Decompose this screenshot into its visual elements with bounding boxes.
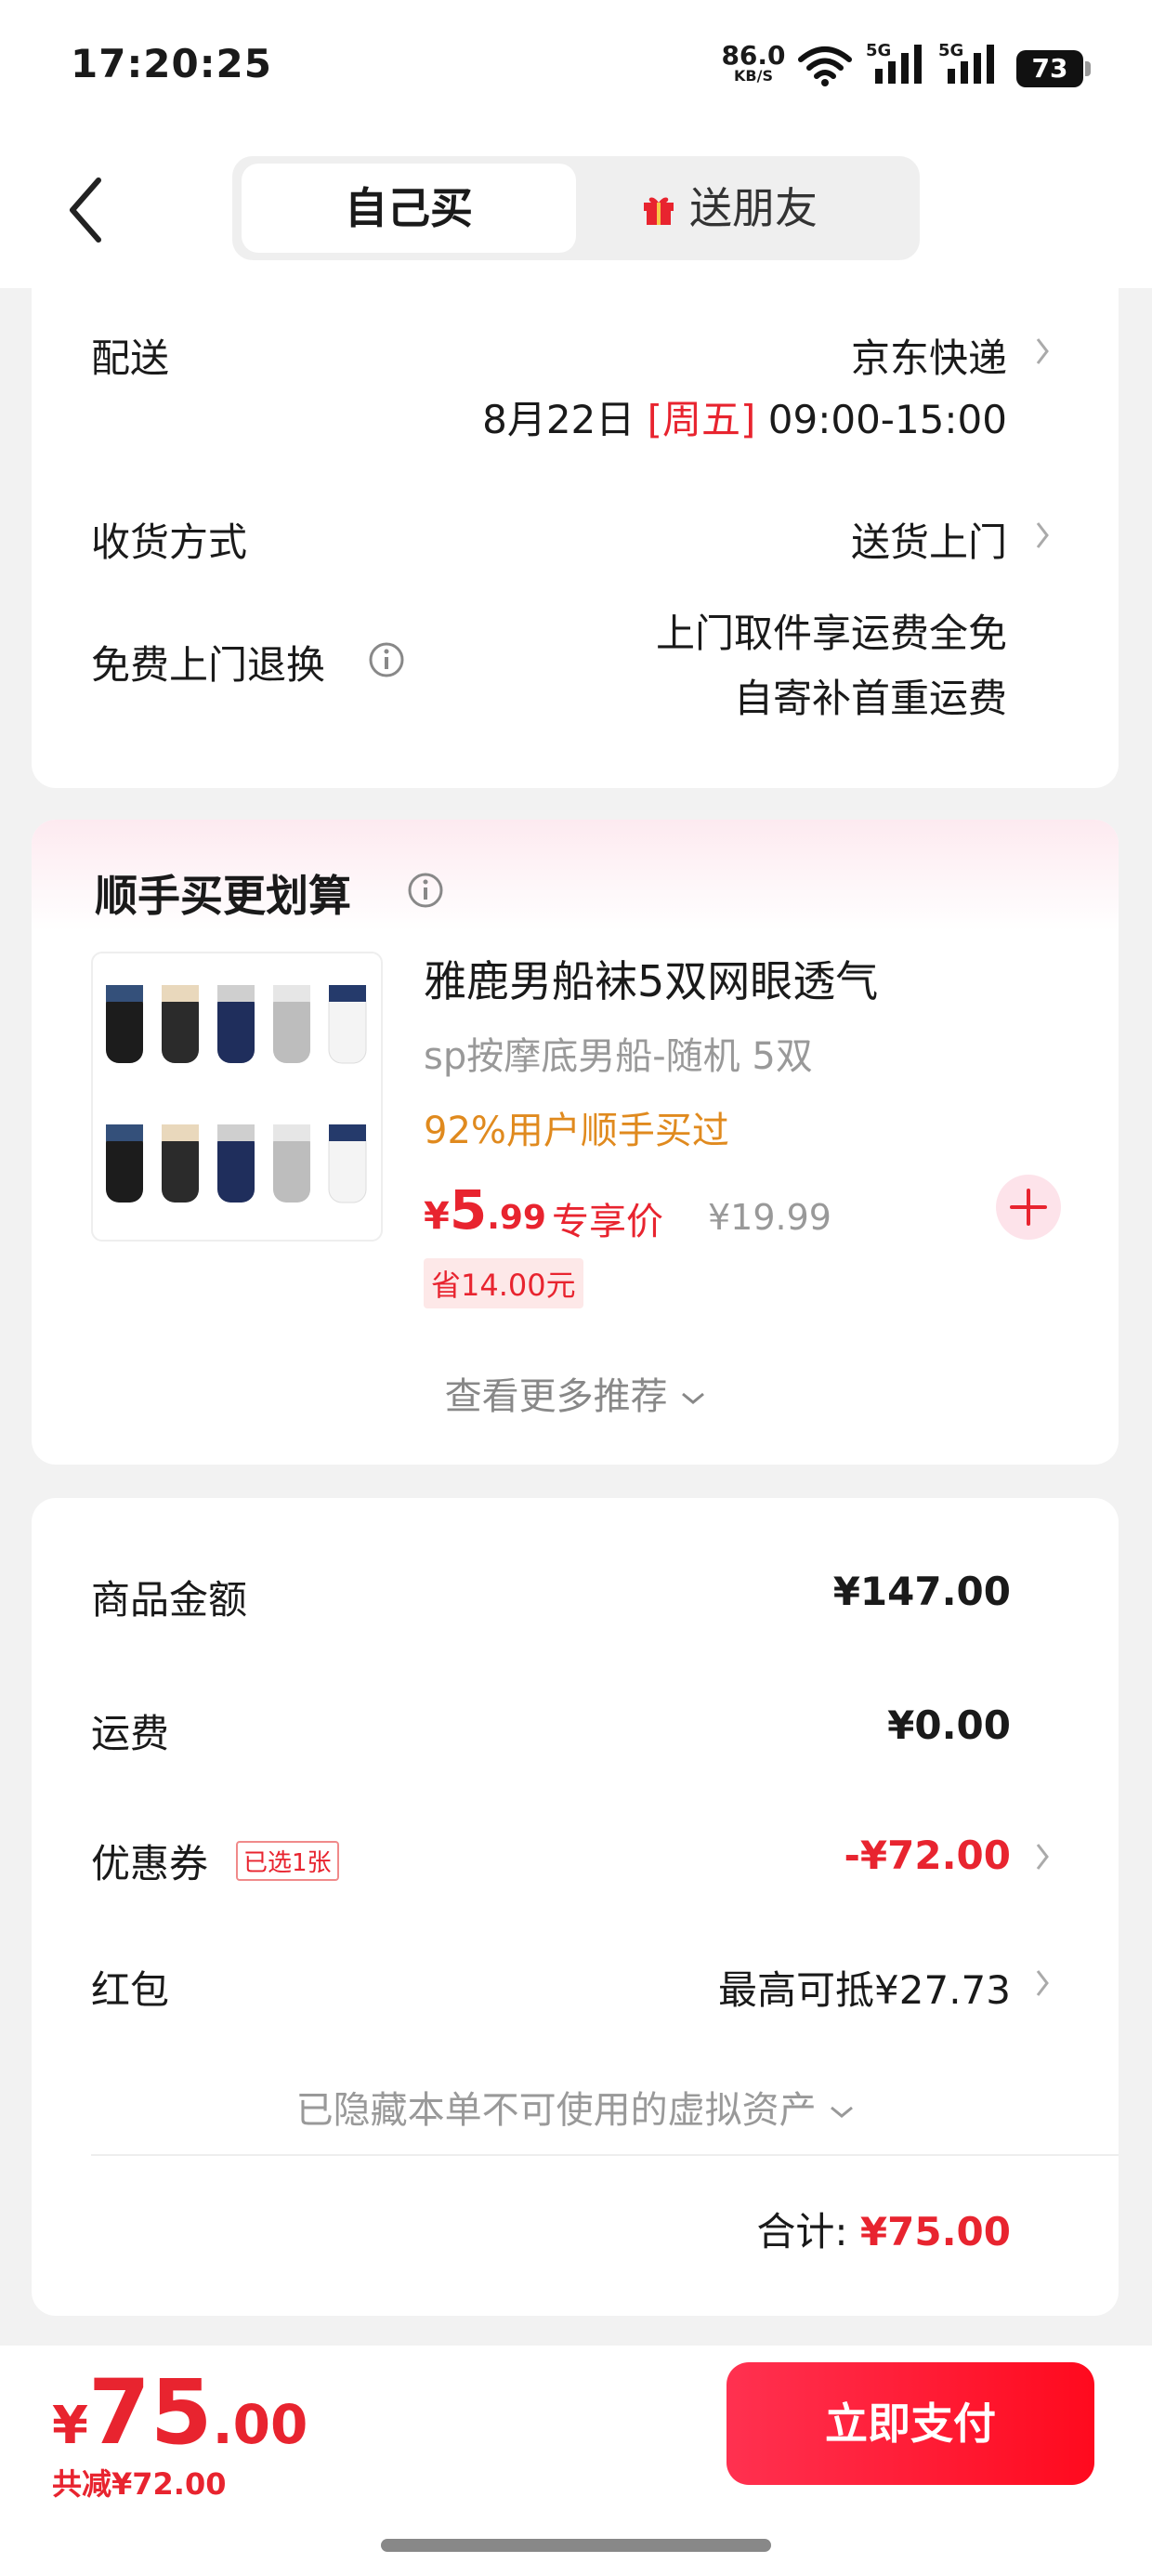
chevron-down-icon (831, 2106, 854, 2118)
tab-buy-for-self[interactable]: 自己买 (242, 164, 576, 253)
hidden-assets-toggle[interactable]: 已隐藏本单不可使用的虚拟资产 (0, 2080, 1152, 2134)
goods-amount-value: ¥147.00 (832, 1569, 1011, 1614)
net-speed: 86.0 KB/S (719, 43, 788, 84)
shipping-fee-label: 运费 (91, 1711, 170, 1756)
pay-now-button[interactable]: 立即支付 (727, 2362, 1094, 2485)
delivery-label: 配送 (91, 335, 170, 381)
addon-price-tag: 专享价 (552, 1201, 663, 1243)
battery-icon: 73 (1016, 50, 1091, 87)
hidden-assets-label: 已隐藏本单不可使用的虚拟资产 (295, 2089, 817, 2132)
total-label: 合计: (756, 2209, 848, 2254)
addon-original-price: ¥19.99 (708, 1197, 831, 1238)
coupon-selected-badge: 已选1张 (236, 1841, 339, 1881)
home-indicator[interactable] (381, 2539, 771, 2552)
shipping-fee-value: ¥0.00 (887, 1702, 1011, 1748)
info-icon[interactable] (368, 641, 405, 678)
divider (91, 2154, 1119, 2156)
chevron-right-icon[interactable] (1035, 1842, 1050, 1872)
red-packet-label: 红包 (91, 1967, 170, 2013)
delivery-weekday: [周五] (647, 397, 756, 442)
delivery-date: 8月22日 (482, 397, 635, 442)
gift-icon (644, 197, 674, 225)
product-thumbnail[interactable] (91, 952, 383, 1242)
receive-method-value[interactable]: 送货上门 (851, 511, 1007, 568)
more-recommendations-label: 查看更多推荐 (444, 1375, 668, 1418)
plus-icon (1010, 1189, 1047, 1226)
checkout-currency: ¥ (52, 2396, 88, 2456)
addon-product-name[interactable]: 雅鹿男船袜5双网眼透气 (424, 948, 878, 1009)
chevron-down-icon (682, 1392, 705, 1404)
add-to-order-button[interactable] (996, 1175, 1061, 1240)
checkout-total: ¥75.00 (52, 2360, 308, 2464)
addon-save-badge: 省14.00元 (424, 1258, 583, 1308)
status-time: 17:20:25 (71, 41, 272, 86)
chevron-right-icon[interactable] (1035, 1968, 1050, 1998)
signal-icon: 5G (938, 41, 1001, 87)
red-packet-value[interactable]: 最高可抵¥27.73 (718, 1959, 1011, 2016)
addon-price: ¥5.99 (424, 1178, 546, 1242)
signal-bars-icon (948, 45, 994, 84)
delivery-carrier[interactable]: 京东快递 (851, 327, 1007, 384)
total-value: ¥75.00 (859, 2209, 1011, 2254)
addon-price-int: 5 (449, 1178, 488, 1242)
signal-icon: 5G (866, 41, 929, 87)
addon-product-spec: sp按摩底男船-随机 5双 (424, 1035, 813, 1078)
delivery-window: 09:00-15:00 (767, 397, 1007, 442)
net-speed-value: 86.0 (721, 40, 786, 71)
back-arrow-icon[interactable] (67, 177, 104, 243)
net-speed-unit: KB/S (734, 67, 773, 85)
tab-send-to-friend[interactable]: 送朋友 (641, 164, 910, 253)
chevron-right-icon[interactable] (1035, 520, 1050, 550)
receive-method-label: 收货方式 (91, 519, 248, 565)
goods-amount-label: 商品金额 (91, 1577, 248, 1623)
addon-title: 顺手买更划算 (95, 871, 351, 921)
wifi-icon (798, 46, 852, 86)
total-row: 合计: ¥75.00 (756, 2201, 1011, 2257)
checkout-saved: 共减¥72.00 (52, 2466, 227, 2502)
coupon-label: 优惠券 (91, 1841, 209, 1886)
addon-price-currency: ¥ (424, 1195, 450, 1238)
addon-percent-text: 92%用户顺手买过 (424, 1110, 729, 1152)
chevron-right-icon[interactable] (1035, 336, 1050, 366)
signal-bars-icon (875, 45, 922, 84)
delivery-time[interactable]: 8月22日 [周五] 09:00-15:00 (482, 388, 1007, 445)
info-icon[interactable] (407, 872, 444, 909)
checkout-total-dec: .00 (212, 2393, 308, 2456)
free-return-line2: 自寄补首重运费 (733, 676, 1007, 721)
free-return-line1: 上门取件享运费全免 (655, 611, 1007, 656)
addon-price-dec: .99 (487, 1199, 546, 1237)
checkout-total-int: 75 (87, 2360, 213, 2464)
tab-send-to-friend-label: 送朋友 (689, 183, 818, 233)
more-recommendations-link[interactable]: 查看更多推荐 (0, 1366, 1152, 1420)
free-return-label: 免费上门退换 (91, 642, 326, 688)
socks-image (106, 985, 367, 1203)
coupon-value[interactable]: -¥72.00 (844, 1833, 1011, 1878)
